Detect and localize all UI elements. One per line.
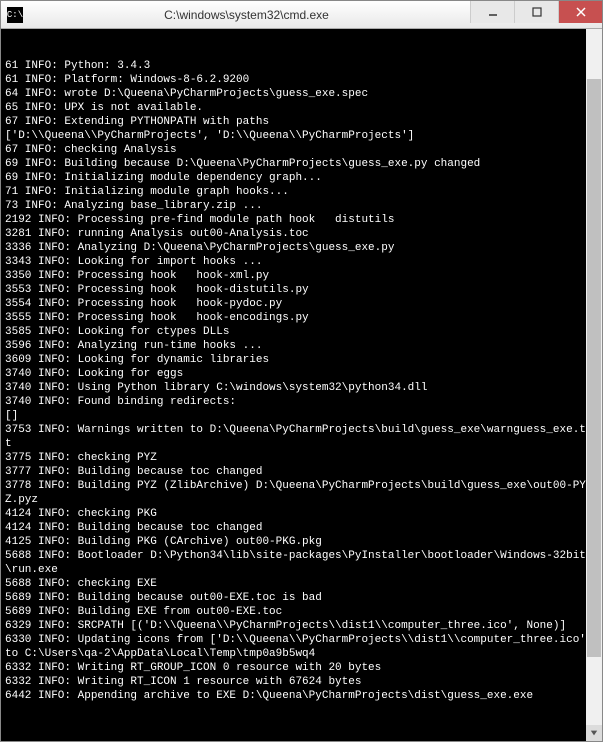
- title-bar[interactable]: C:\ C:\windows\system32\cmd.exe: [1, 1, 602, 29]
- scroll-track[interactable]: [586, 45, 602, 725]
- cmd-window: C:\ C:\windows\system32\cmd.exe 61 INFO:…: [0, 0, 603, 742]
- window-title: C:\windows\system32\cmd.exe: [23, 8, 470, 22]
- scroll-down-button[interactable]: [586, 725, 602, 741]
- minimize-button[interactable]: [470, 1, 514, 23]
- close-button[interactable]: [558, 1, 602, 23]
- app-icon-label: C:\: [7, 10, 23, 20]
- terminal-area[interactable]: 61 INFO: Python: 3.4.3 61 INFO: Platform…: [1, 29, 602, 741]
- maximize-button[interactable]: [514, 1, 558, 23]
- app-icon: C:\: [7, 7, 23, 23]
- scrollbar[interactable]: [586, 29, 602, 741]
- window-controls: [470, 1, 602, 28]
- terminal-output: 61 INFO: Python: 3.4.3 61 INFO: Platform…: [5, 59, 598, 703]
- scroll-thumb[interactable]: [587, 79, 601, 657]
